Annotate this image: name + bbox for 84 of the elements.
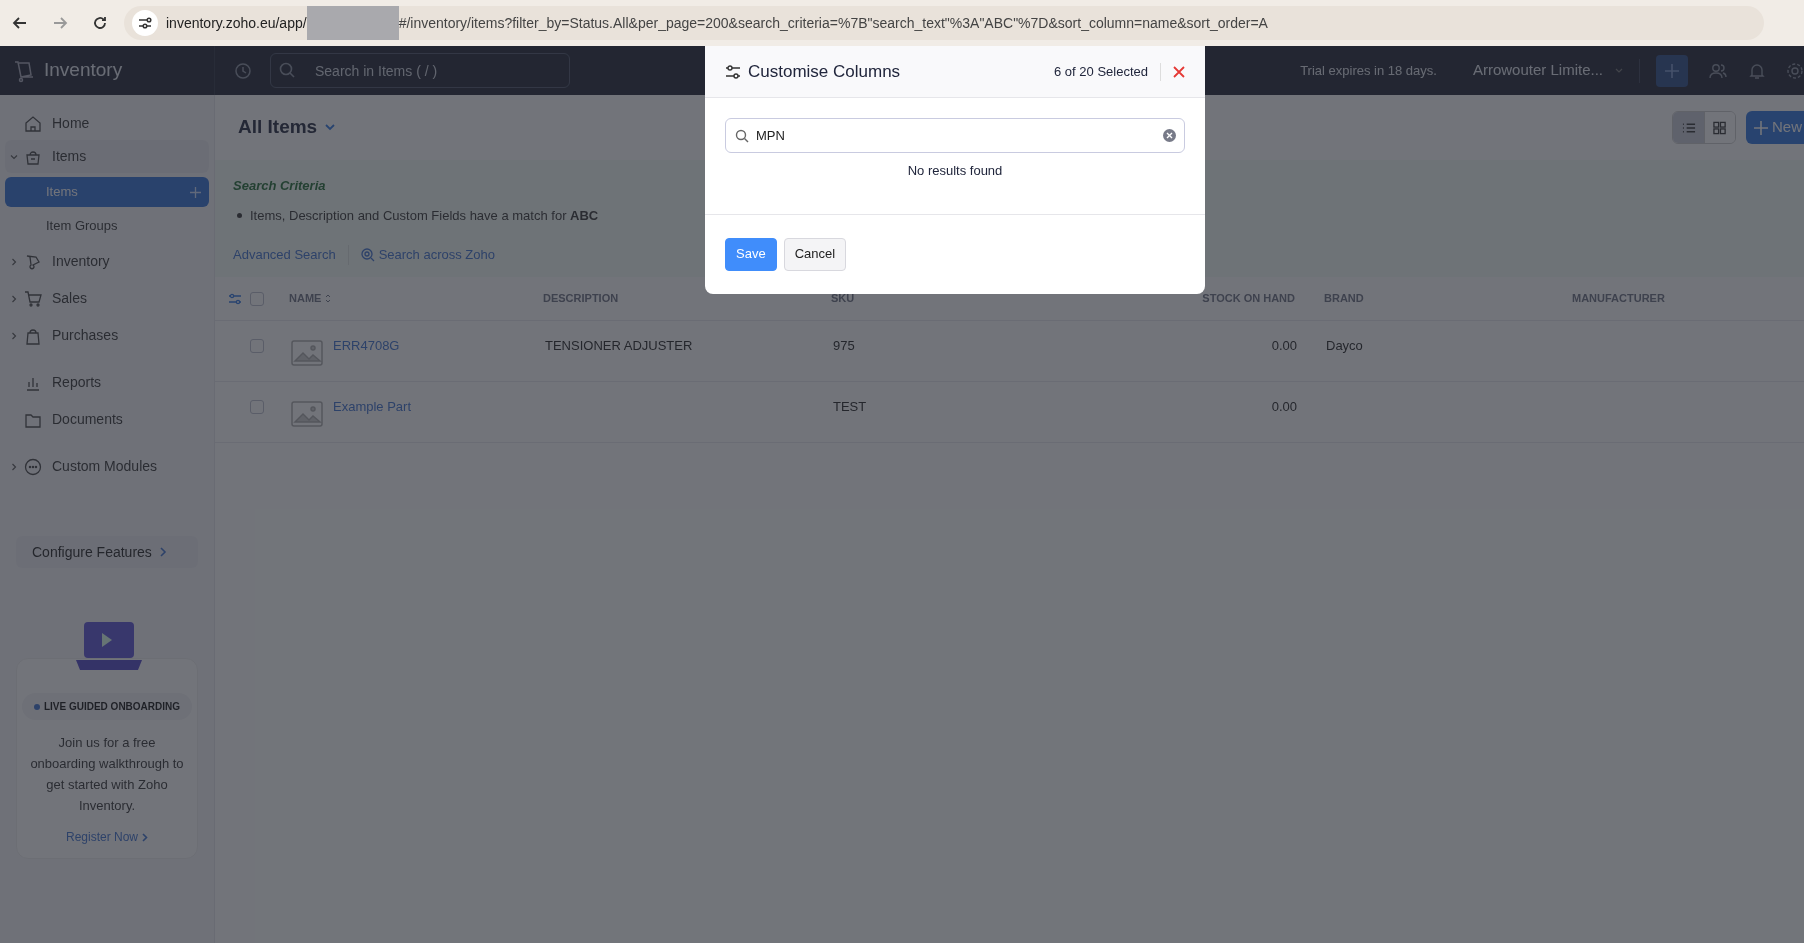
sliders-icon [725, 64, 741, 79]
settings-icon[interactable] [1786, 61, 1804, 80]
sidebar-subitem[interactable]: Item Groups [5, 211, 209, 241]
clear-icon[interactable] [1163, 129, 1176, 142]
site-settings-icon[interactable] [132, 10, 158, 36]
register-now-link[interactable]: Register Now [66, 828, 148, 846]
chevron-right-icon [10, 294, 18, 303]
url-text: #/inventory/items?filter_by=Status.All&per_page=200&search_criteria=%7B"search_text"%3A"ABC"%7D&sort_column=name&sort_order=A [398, 13, 1268, 33]
table-cell-text: 0.00 [1270, 337, 1297, 355]
search-criteria-heading: Search Criteria [233, 177, 327, 195]
search-icon [735, 129, 749, 143]
chevron-down-icon [325, 124, 336, 131]
save-button[interactable]: Save [725, 237, 777, 271]
chevron-right-icon [10, 462, 18, 471]
no-results-message: No results found [907, 162, 1003, 180]
sidebar-item[interactable]: Sales [5, 282, 209, 315]
back-icon[interactable] [12, 15, 28, 31]
grid-view-icon[interactable] [1704, 112, 1735, 143]
item-name-link[interactable]: Example Part [333, 397, 545, 417]
image-placeholder-icon [291, 340, 323, 366]
image-placeholder-icon [291, 401, 323, 427]
sidebar-item[interactable]: Custom Modules [5, 450, 209, 483]
chevron-right-icon [159, 547, 167, 557]
chevron-right-icon [142, 832, 148, 842]
chevron-down-icon [10, 152, 18, 161]
table-cell-text: Dayco [1326, 337, 1364, 355]
new-button[interactable]: New [1746, 111, 1804, 144]
plus-icon [1754, 120, 1768, 135]
table-cell-text: TEST [833, 398, 868, 416]
onboarding-text: Join us for a free onboarding walkthrough to get started with Zoho Inventory. [29, 734, 185, 815]
forward-icon[interactable] [52, 15, 68, 31]
sidebar-item[interactable]: Documents [5, 403, 209, 436]
cart-icon [24, 289, 42, 308]
table-cell-text: TENSIONER ADJUSTER [545, 337, 694, 355]
chevron-right-icon [10, 331, 18, 340]
search-across-link[interactable]: Search across Zoho [360, 245, 495, 265]
list-view-icon[interactable] [1673, 112, 1704, 143]
reload-icon[interactable] [92, 15, 108, 31]
home-icon [24, 114, 42, 133]
checkbox[interactable] [250, 400, 264, 414]
sidebar-item[interactable]: Home [5, 107, 209, 140]
search-criteria-text: Items, Description and Custom Fields have a match for ABC [250, 206, 599, 225]
url-text: inventory.zoho.eu/app/ [166, 13, 307, 33]
close-icon[interactable] [1173, 65, 1185, 78]
sidebar-subitem[interactable]: Items [5, 177, 209, 207]
logo-icon [12, 58, 36, 83]
sidebar-item[interactable]: Inventory [5, 245, 209, 278]
checkbox[interactable] [250, 291, 264, 306]
organization-menu[interactable]: Arrowouter Limite... [1472, 59, 1623, 82]
trial-notice: Trial expires in 18 days. [1300, 61, 1437, 80]
chevron-right-icon [10, 257, 18, 266]
sidebar-item[interactable]: Reports [5, 366, 209, 399]
more-icon [24, 457, 42, 476]
quick-create-button[interactable] [1656, 54, 1688, 87]
plus-icon [1663, 61, 1681, 80]
users-icon[interactable] [1708, 61, 1728, 80]
recent-history-icon[interactable] [234, 61, 252, 80]
cancel-button[interactable]: Cancel [783, 237, 847, 271]
page-title[interactable]: All Items [238, 113, 336, 142]
search-field[interactable]: Search in Items ( / ) [270, 53, 570, 88]
sidebar-item[interactable]: Purchases [5, 319, 209, 352]
bullet [237, 212, 242, 218]
address-bar[interactable]: inventory.zoho.eu/app/ #/inventory/items?filter_by=Status.All&per_page=200&search_criteria=%7B"search_text"%3A"ABC"%7D&sort_column=name&sort_order=A [124, 6, 1764, 40]
item-name-link[interactable]: ERR4708G [333, 336, 545, 356]
advanced-search-link[interactable]: Advanced Search [233, 245, 336, 265]
checkbox[interactable] [250, 339, 264, 353]
sidebar-item[interactable]: Items [5, 140, 209, 173]
bag-icon [24, 326, 42, 345]
column-search-field[interactable]: MPN [725, 118, 1185, 153]
dialog-title: Customise Columns [748, 60, 901, 83]
caret-icon [1615, 67, 1623, 74]
tag-icon [24, 252, 42, 271]
search-icon[interactable] [278, 61, 296, 79]
table-cell-text: 0.00 [1270, 398, 1297, 416]
plus-icon[interactable] [190, 186, 201, 198]
selected-count: 6 of 20 Selected [1054, 62, 1148, 81]
onboarding-badge: LIVE GUIDED ONBOARDING [21, 693, 193, 720]
bell-icon[interactable] [1748, 61, 1766, 80]
table-cell-text: 975 [833, 337, 856, 355]
search-globe-icon [360, 248, 375, 262]
laptop-video-icon [74, 622, 144, 672]
sliders-icon[interactable] [228, 292, 242, 305]
sort-icon[interactable] [325, 294, 332, 303]
app-name: Inventory [44, 58, 123, 83]
